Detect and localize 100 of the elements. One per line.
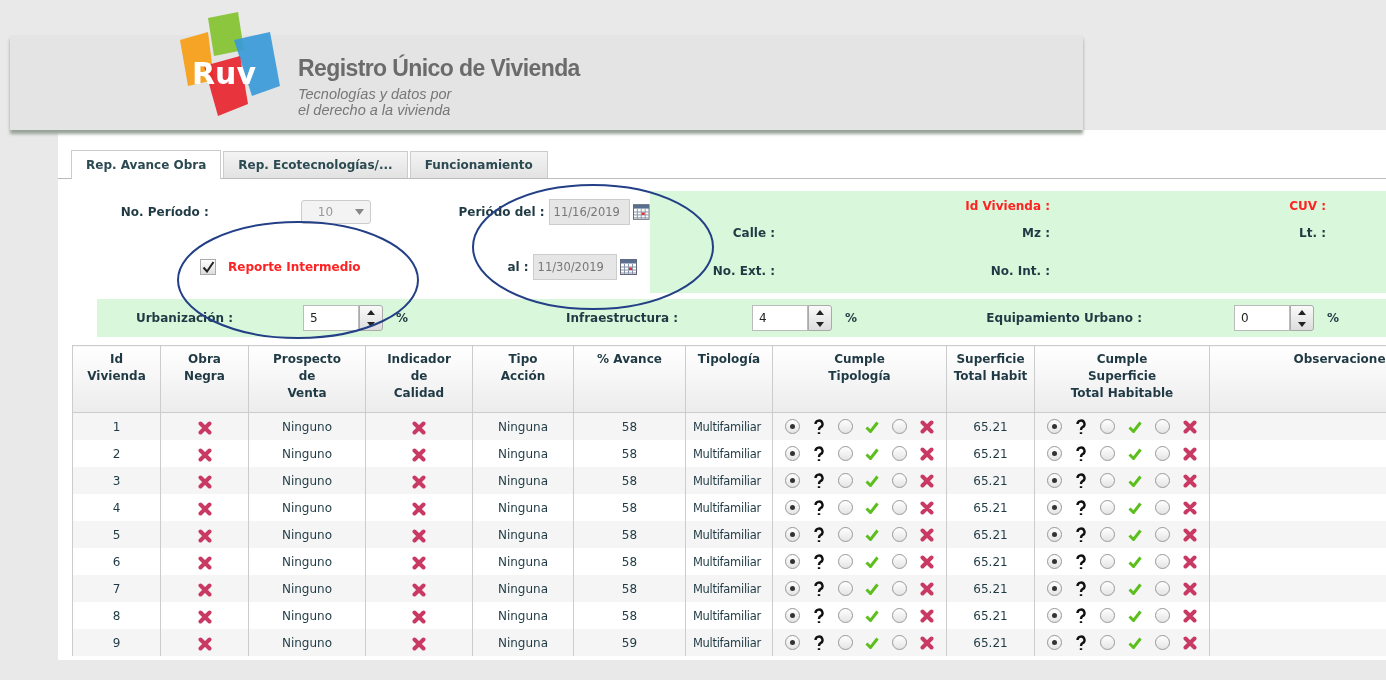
calendar-icon[interactable] [619,259,637,275]
table-row[interactable]: 8 Ninguno Ninguna 58 Multifamiliar 65.21 [72,602,1386,629]
table-cell: 7 [112,581,121,596]
radio-button[interactable] [1047,473,1063,488]
table-row[interactable]: 1 Ninguno Ninguna 58 Multifamiliar 65.21 [72,412,1386,440]
spinner-buttons[interactable] [808,305,833,331]
tab[interactable]: Rep. Ecotecnologías/... [223,151,408,178]
radio-button[interactable] [1047,554,1063,569]
table-row[interactable]: 2 Ninguno Ninguna 58 Multifamiliar 65.21 [72,440,1386,467]
question-icon [813,553,825,570]
radio-button[interactable] [837,419,853,434]
table-cell: Ninguna [497,608,549,623]
tab[interactable]: Rep. Avance Obra [71,150,222,179]
table-row[interactable]: 7 Ninguno Ninguna 58 Multifamiliar 65.21 [72,575,1386,602]
calendar-icon[interactable] [633,204,650,220]
spinner-buttons[interactable] [1290,305,1315,331]
radio-button[interactable] [1154,527,1170,542]
radio-button[interactable] [785,473,801,488]
table-cell: 8 [112,608,121,623]
radio-button[interactable] [785,635,801,650]
radio-button[interactable] [1100,635,1116,650]
radio-button[interactable] [785,527,801,542]
radio-button[interactable] [1154,554,1170,569]
table-row[interactable]: 3 Ninguno Ninguna 58 Multifamiliar 65.21 [72,467,1386,494]
cross-icon [919,473,934,488]
radio-button[interactable] [837,527,853,542]
radio-button[interactable] [1154,419,1170,434]
field-label: Id Vivienda : [965,199,1050,213]
radio-button[interactable] [1047,581,1063,596]
table-row[interactable]: 5 Ninguno Ninguna 58 Multifamiliar 65.21 [72,521,1386,548]
check-icon [865,555,880,568]
radio-button[interactable] [1047,419,1063,434]
radio-button[interactable] [1100,500,1116,515]
radio-button[interactable] [837,554,853,569]
table-cell: 9 [112,635,121,650]
radio-button[interactable] [1047,446,1063,461]
question-icon [1075,607,1088,624]
radio-button[interactable] [837,635,853,650]
table-cell: 65.21 [973,473,1008,488]
radio-button[interactable] [891,635,907,650]
cross-icon [1182,446,1197,461]
radio-button[interactable] [785,608,801,623]
radio-button[interactable] [891,554,907,569]
table-cell: Multifamiliar [693,446,761,461]
radio-button[interactable] [837,608,853,623]
table-cell: 65.21 [973,500,1008,515]
radio-button[interactable] [1100,554,1116,569]
cross-icon [1182,527,1197,542]
radio-button[interactable] [837,446,853,461]
radio-button[interactable] [785,419,801,434]
radio-button[interactable] [1154,635,1170,650]
table-row[interactable]: 9 Ninguno Ninguna 59 Multifamiliar 65.21 [72,629,1386,656]
question-icon [813,445,825,462]
radio-button[interactable] [891,473,907,488]
radio-button[interactable] [785,581,801,596]
radio-button[interactable] [1100,527,1116,542]
radio-button[interactable] [837,500,853,515]
radio-button[interactable] [891,608,907,623]
radio-button[interactable] [1047,635,1063,650]
column-header: Obra Negra [160,345,249,413]
radio-button[interactable] [891,419,907,434]
radio-button[interactable] [1100,608,1116,623]
spinner-buttons[interactable] [359,305,383,331]
radio-button[interactable] [785,446,801,461]
table-cell: Ninguno [281,527,333,542]
number-field[interactable]: 4 [752,305,809,331]
radio-button[interactable] [837,581,853,596]
radio-button[interactable] [1154,608,1170,623]
radio-button[interactable] [891,581,907,596]
radio-button[interactable] [1100,581,1116,596]
radio-button[interactable] [1047,500,1063,515]
radio-button[interactable] [785,554,801,569]
table-cell: Multifamiliar [693,554,761,569]
radio-button[interactable] [1047,527,1063,542]
number-field[interactable]: 0 [1234,305,1291,331]
column-header: % Avance [573,345,686,413]
table-row[interactable]: 6 Ninguno Ninguna 58 Multifamiliar 65.21 [72,548,1386,575]
check-icon [1127,447,1142,460]
table-cell: Ninguna [497,635,549,650]
table-row[interactable]: 4 Ninguno Ninguna 58 Multifamiliar 65.21 [72,494,1386,521]
question-icon [1075,580,1088,597]
radio-button[interactable] [1154,581,1170,596]
radio-button[interactable] [891,527,907,542]
table-cell: 1 [112,419,121,434]
radio-button[interactable] [891,500,907,515]
radio-button[interactable] [785,500,801,515]
radio-button[interactable] [1154,446,1170,461]
radio-button[interactable] [837,473,853,488]
radio-button[interactable] [1100,419,1116,434]
radio-button[interactable] [891,446,907,461]
tab[interactable]: Funcionamiento [409,151,548,178]
radio-button[interactable] [1154,473,1170,488]
number-field[interactable]: 5 [303,305,359,331]
radio-button[interactable] [1100,473,1116,488]
radio-button[interactable] [1154,500,1170,515]
checkbox[interactable] [200,259,216,275]
tagline: Tecnologías y datos por [298,86,453,102]
radio-button[interactable] [1100,446,1116,461]
radio-button[interactable] [1047,608,1063,623]
question-icon [813,499,825,516]
